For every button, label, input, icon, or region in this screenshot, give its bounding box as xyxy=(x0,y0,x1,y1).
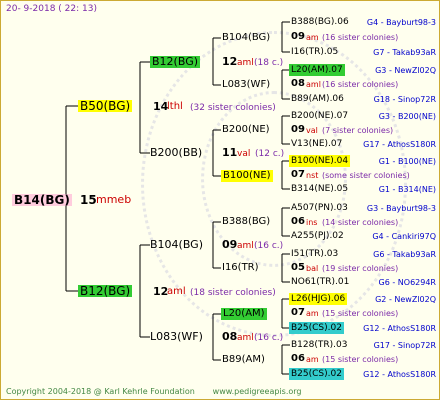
gen4-origin: G12 - AthosS180R xyxy=(363,370,436,379)
gen2-node[interactable]: B12(BG) xyxy=(150,56,201,68)
gen4-node[interactable]: B25(CS).02 xyxy=(289,322,344,334)
gen4-node[interactable]: B89(AM).06 xyxy=(289,93,346,105)
gen4-num: 06 xyxy=(291,353,305,364)
gen4-sisters: (7 sister colonies) xyxy=(322,126,394,135)
gen4-sisters: (19 sister colonies) xyxy=(322,264,399,273)
gen3-sisters: (16 c.) xyxy=(254,333,284,343)
gen4-origin: G17 - AthosS180R xyxy=(363,140,436,149)
gen4-num: 07 xyxy=(291,169,305,180)
gen2-num: 11 xyxy=(222,146,238,159)
gen4-code: am xyxy=(306,309,319,318)
gen3-node[interactable]: B104(BG) xyxy=(222,32,270,44)
gen3-node[interactable]: L20(AM) xyxy=(221,308,267,320)
gen4-origin: G3 - NewZl02Q xyxy=(375,66,436,75)
gen3-node[interactable]: I16(TR) xyxy=(222,262,259,274)
gen1-father-sisters: (32 sister colonies) xyxy=(190,103,276,113)
gen3-sisters: (18 c.) xyxy=(254,58,284,68)
gen4-origin: G4 - Cankiri97Q xyxy=(372,232,436,241)
gen4-origin: G3 - Bayburt98-3 xyxy=(366,204,436,213)
gen3-code: aml xyxy=(237,58,254,68)
gen4-sisters: (some sister colonies) xyxy=(322,171,410,180)
gen4-origin: G7 - Takab93aR xyxy=(373,48,436,57)
gen4-origin: G17 - Sinop72R xyxy=(373,341,436,350)
gen4-num: 05 xyxy=(291,262,305,273)
gen3-num: 09 xyxy=(222,238,238,251)
gen3-node[interactable]: B388(BG) xyxy=(222,216,270,228)
gen4-node[interactable]: L20(AM).07 xyxy=(289,64,345,76)
gen3-node[interactable]: B200(NE) xyxy=(222,124,270,136)
gen2-node[interactable]: B200(BB) xyxy=(150,147,202,159)
gen3-sisters: (16 c.) xyxy=(254,241,284,251)
gen4-code: am xyxy=(306,33,319,42)
gen1-father[interactable]: B50(BG) xyxy=(78,100,133,112)
gen4-node[interactable]: B128(TR).03 xyxy=(289,339,349,351)
gen4-origin: G18 - Sinop72R xyxy=(373,95,436,104)
gen4-code: bal xyxy=(306,264,319,273)
gen4-origin: G12 - AthosS180R xyxy=(363,324,436,333)
root-generation-number: 15 xyxy=(80,193,97,207)
gen2-node[interactable]: L083(WF) xyxy=(150,331,203,343)
gen4-origin: G1 - B100(NE) xyxy=(378,157,436,166)
gen3-code: aml xyxy=(237,241,254,251)
gen4-node[interactable]: I51(TR).03 xyxy=(289,248,340,260)
gen4-sisters: (15 sister colonies) xyxy=(322,355,399,364)
gen4-node[interactable]: B200(NE).07 xyxy=(289,110,350,122)
gen4-node[interactable]: B100(NE).04 xyxy=(289,155,351,167)
gen4-origin: G6 - NO6294R xyxy=(378,278,436,287)
gen4-node[interactable]: I16(TR).05 xyxy=(289,46,340,58)
gen2-code: val xyxy=(237,149,251,159)
gen2-sisters: (12 c.) xyxy=(255,149,285,159)
gen4-sisters: (16 sister colonies) xyxy=(322,80,399,89)
gen4-origin: G2 - NewZl02Q xyxy=(375,295,436,304)
root-breeder-code: mmeb xyxy=(96,193,132,206)
gen4-origin: G4 - Bayburt98-3 xyxy=(366,18,436,27)
report-date: 20- 9-2018 ( 22: 13) xyxy=(6,4,97,14)
queen-root[interactable]: B14(BG) xyxy=(12,194,72,206)
gen3-node[interactable]: L083(WF) xyxy=(222,79,270,91)
gen4-node[interactable]: A507(PN).03 xyxy=(289,202,350,214)
gen4-node[interactable]: L26(HJG).06 xyxy=(289,293,348,305)
gen4-num: 09 xyxy=(291,31,305,42)
gen4-code: ins xyxy=(306,218,318,227)
gen4-origin: G6 - Takab93aR xyxy=(373,250,436,259)
gen4-node[interactable]: B314(NE).05 xyxy=(289,183,350,195)
gen3-node[interactable]: B100(NE) xyxy=(221,170,273,182)
gen4-code: aml xyxy=(306,80,321,89)
website-link[interactable]: www.pedigreeapis.org xyxy=(213,387,302,396)
gen1-mother-sisters: (18 sister colonies) xyxy=(190,288,276,298)
gen3-num: 12 xyxy=(222,55,238,68)
gen3-node[interactable]: B89(AM) xyxy=(222,354,265,366)
gen4-sisters: (16 sister colonies) xyxy=(322,33,399,42)
footer-copyright: Copyright 2004-2018 @ Karl Kehrle Founda… xyxy=(6,386,301,398)
gen1-mother-code: aml xyxy=(167,286,186,297)
gen4-num: 07 xyxy=(291,307,305,318)
gen4-node[interactable]: B25(CS).02 xyxy=(289,368,344,380)
gen4-origin: G1 - B314(NE) xyxy=(378,185,436,194)
gen4-num: 09 xyxy=(291,124,305,135)
gen4-num: 06 xyxy=(291,216,305,227)
gen4-code: am xyxy=(306,355,319,364)
gen4-sisters: (14 sister colonies) xyxy=(322,218,399,227)
gen4-sisters: (15 sister colonies) xyxy=(322,309,399,318)
gen4-origin: G3 - B200(NE) xyxy=(378,112,436,121)
gen3-code: aml xyxy=(237,333,254,343)
gen4-num: 08 xyxy=(291,78,305,89)
gen2-node[interactable]: B104(BG) xyxy=(150,239,203,251)
gen4-node[interactable]: A255(PJ).02 xyxy=(289,230,346,242)
copyright-text: Copyright 2004-2018 @ Karl Kehrle Founda… xyxy=(6,387,195,396)
gen4-code: val xyxy=(306,126,318,135)
gen4-code: nst xyxy=(306,171,319,180)
gen3-num: 08 xyxy=(222,330,238,343)
gen1-mother[interactable]: B12(BG) xyxy=(78,285,133,297)
gen1-father-code: lthl xyxy=(167,101,183,112)
gen4-node[interactable]: V13(NE).07 xyxy=(289,138,344,150)
gen4-node[interactable]: B388(BG).06 xyxy=(289,16,351,28)
gen4-node[interactable]: NO61(TR).01 xyxy=(289,276,351,288)
